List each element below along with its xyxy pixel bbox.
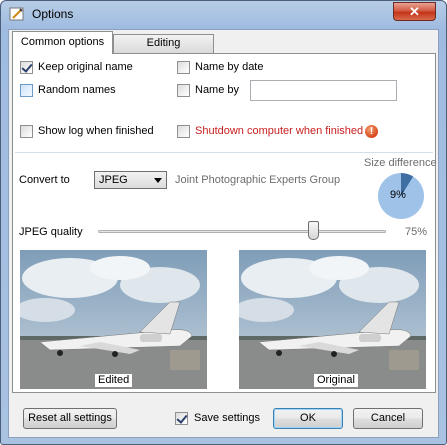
format-description: Joint Photographic Experts Group [175,174,341,186]
shutdown-checkbox[interactable] [177,125,190,138]
chevron-down-icon [154,178,162,183]
random-names-checkbox[interactable] [20,84,33,97]
format-select[interactable]: JPEG [94,171,167,189]
dialog-client-area: Common options Editing Keep original nam… [8,29,439,438]
ok-button[interactable]: OK [273,408,343,429]
reset-all-settings-button[interactable]: Reset all settings [23,408,117,429]
close-button[interactable]: ✕ [393,2,436,21]
window-title: Options [32,7,74,21]
edited-caption: Edited [95,374,133,387]
name-by-input[interactable] [250,80,397,101]
common-options-panel: Keep original name Name by date Random n… [12,53,437,393]
cancel-button[interactable]: Cancel [353,408,423,429]
save-settings-label: Save settings [194,412,261,424]
original-preview-image: Original [239,250,426,389]
options-app-icon [9,7,24,21]
save-settings-checkbox[interactable] [175,412,188,425]
random-names-label: Random names [38,84,116,96]
tab-common-options[interactable]: Common options [12,31,113,54]
size-difference-label: Size difference [364,157,437,169]
keep-original-name-label: Keep original name [38,61,133,73]
quality-slider-track[interactable] [98,230,386,233]
keep-original-name-checkbox[interactable] [20,61,33,74]
airplane-photo [20,250,207,389]
jpeg-quality-label: JPEG quality [19,226,83,238]
show-log-checkbox[interactable] [20,125,33,138]
divider [15,152,433,153]
name-by-date-checkbox[interactable] [177,61,190,74]
name-by-checkbox[interactable] [177,84,190,97]
edited-preview-image: Edited [20,250,207,389]
tab-editing[interactable]: Editing [113,34,214,53]
size-difference-value: 9% [390,189,406,201]
shutdown-label: Shutdown computer when finished [195,125,364,137]
name-by-label: Name by [195,84,240,96]
format-select-value: JPEG [99,174,128,186]
jpeg-quality-value: 75% [405,226,428,238]
airplane-photo [239,250,426,389]
options-window: Options ✕ Common options Editing Keep or… [0,0,447,445]
show-log-label: Show log when finished [38,125,154,137]
quality-slider-thumb[interactable] [308,221,319,240]
convert-to-label: Convert to [19,174,70,186]
original-caption: Original [314,374,358,387]
close-icon: ✕ [409,4,420,19]
name-by-date-label: Name by date [195,61,264,73]
title-bar[interactable]: Options ✕ [1,1,446,27]
warning-icon: ! [365,125,378,138]
